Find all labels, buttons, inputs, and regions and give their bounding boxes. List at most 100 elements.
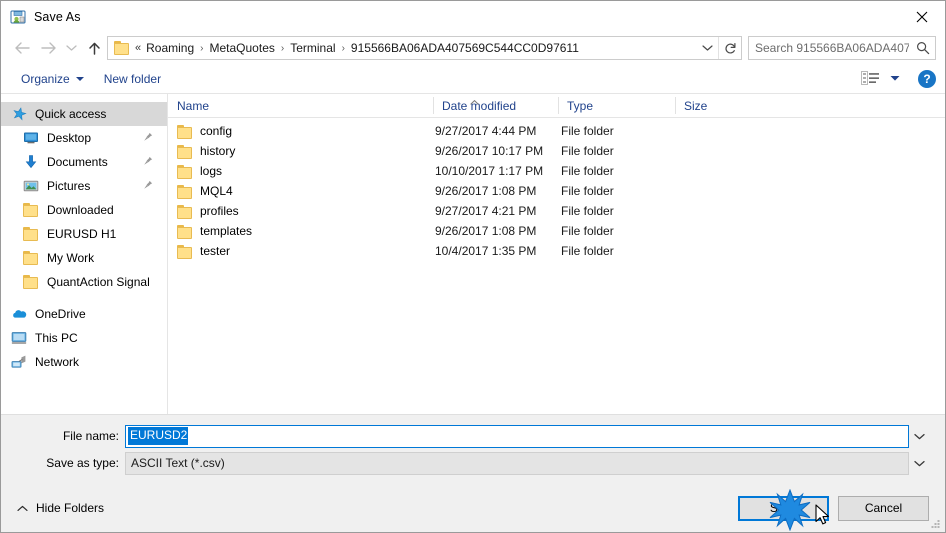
sidebar-item-label: This PC [35, 331, 78, 345]
column-header-type[interactable]: Type [558, 94, 675, 117]
help-button[interactable]: ? [918, 69, 936, 88]
breadcrumb-item-roaming[interactable]: Roaming [143, 39, 197, 57]
arrow-up-icon [88, 42, 100, 55]
table-row[interactable]: MQL4 9/26/2017 1:08 PM File folder [168, 181, 945, 201]
file-name-input[interactable]: EURUSD2 [125, 424, 909, 448]
view-options-button[interactable] [857, 69, 904, 88]
hide-folders-button[interactable]: Hide Folders [11, 497, 110, 519]
search-box[interactable] [748, 36, 936, 60]
address-bar[interactable]: « Roaming › MetaQuotes › Terminal › 9155… [107, 36, 742, 60]
desktop-icon [23, 130, 39, 146]
file-name: tester [200, 244, 231, 258]
file-name-dropdown-button[interactable] [909, 426, 929, 447]
breadcrumb-item-metaquotes[interactable]: MetaQuotes [207, 39, 278, 57]
sidebar-item-downloaded[interactable]: Downloaded [1, 198, 167, 222]
search-icon[interactable] [911, 37, 935, 59]
sidebar-item-documents[interactable]: Documents [1, 150, 167, 174]
close-button[interactable] [899, 1, 945, 32]
table-row[interactable]: templates 9/26/2017 1:08 PM File folder [168, 221, 945, 241]
hide-folders-label: Hide Folders [36, 501, 105, 515]
column-header-name[interactable]: Name [168, 94, 433, 117]
sidebar-item-pictures[interactable]: Pictures [1, 174, 167, 198]
file-type-dropdown-button[interactable] [909, 453, 929, 474]
folder-icon [114, 40, 130, 56]
address-dropdown-button[interactable] [696, 37, 718, 59]
search-input[interactable] [749, 41, 911, 55]
file-type: File folder [561, 224, 614, 238]
organize-button[interactable]: Organize [15, 69, 90, 89]
folder-icon [177, 144, 193, 159]
up-button[interactable] [81, 35, 107, 61]
file-name: logs [200, 164, 223, 178]
title-bar: Save As [1, 1, 945, 32]
new-folder-button[interactable]: New folder [98, 69, 167, 89]
sidebar-item-quantaction-signal[interactable]: QuantAction Signal [1, 270, 167, 294]
file-name-cell: profiles [168, 204, 433, 219]
file-type: File folder [561, 164, 614, 178]
sidebar-item-eurusd-h1[interactable]: EURUSD H1 [1, 222, 167, 246]
save-label: Save [769, 501, 798, 515]
chevron-down-icon [701, 45, 713, 51]
cancel-button[interactable]: Cancel [838, 495, 929, 521]
save-as-dialog: Save As « Roaming › MetaQuotes › Termina… [0, 0, 946, 533]
pin-icon [143, 155, 153, 169]
file-date: 9/26/2017 10:17 PM [435, 144, 544, 158]
file-type-select[interactable]: ASCII Text (*.csv) [125, 451, 909, 475]
arrow-right-icon [40, 42, 56, 54]
view-dropdown-icon[interactable] [890, 75, 900, 82]
refresh-icon [724, 42, 735, 54]
column-header-size[interactable]: Size [675, 94, 755, 117]
table-row[interactable]: tester 10/4/2017 1:35 PM File folder [168, 241, 945, 261]
file-name: MQL4 [200, 184, 233, 198]
dialog-body: Quick access Desktop Documents Pictures … [1, 94, 945, 414]
sidebar-item-onedrive[interactable]: OneDrive [1, 302, 167, 326]
sidebar-item-this-pc[interactable]: This PC [1, 326, 167, 350]
column-header-label: Name [177, 99, 210, 113]
file-type: File folder [561, 244, 614, 258]
table-row[interactable]: profiles 9/27/2017 4:21 PM File folder [168, 201, 945, 221]
table-row[interactable]: config 9/27/2017 4:44 PM File folder [168, 121, 945, 141]
refresh-button[interactable] [719, 37, 741, 59]
star-icon [11, 106, 27, 122]
save-button[interactable]: Save [738, 495, 829, 521]
sidebar-item-label: Network [35, 355, 80, 369]
chevron-down-icon [913, 433, 925, 439]
file-type: File folder [561, 124, 614, 138]
sidebar-item-label: Desktop [47, 131, 92, 145]
sidebar-item-my-work[interactable]: My Work [1, 246, 167, 270]
sidebar-item-label: Pictures [47, 179, 91, 193]
column-header-label: Date modified [442, 99, 517, 113]
column-header-date-modified[interactable]: Date modified [433, 94, 558, 117]
sidebar-item-network[interactable]: Network [1, 350, 167, 374]
sidebar-item-quick-access[interactable]: Quick access [1, 102, 167, 126]
sidebar-item-label: EURUSD H1 [47, 227, 117, 241]
folder-icon [177, 184, 193, 199]
breadcrumb-item-guid[interactable]: 915566BA06ADA407569C544CC0D97611 [348, 39, 582, 57]
sidebar-item-desktop[interactable]: Desktop [1, 126, 167, 150]
file-type-label: Save as type: [46, 456, 119, 470]
table-row[interactable]: history 9/26/2017 10:17 PM File folder [168, 141, 945, 161]
file-name-cell: MQL4 [168, 184, 433, 199]
back-button[interactable] [9, 35, 35, 61]
file-date: 9/27/2017 4:21 PM [435, 204, 537, 218]
sidebar-item-label: OneDrive [35, 307, 86, 321]
file-name-cell: tester [168, 244, 433, 259]
this-pc-icon [11, 330, 27, 346]
pin-icon [143, 179, 153, 193]
file-name: templates [200, 224, 253, 238]
file-name-cell: logs [168, 164, 433, 179]
file-name: history [200, 144, 236, 158]
column-headers: Name Date modified Type Size [168, 94, 945, 118]
breadcrumb-overflow[interactable]: « [134, 42, 143, 54]
recent-locations-button[interactable] [61, 35, 81, 61]
breadcrumb-item-terminal[interactable]: Terminal [287, 39, 338, 57]
arrow-left-icon [14, 42, 30, 54]
resize-grip-icon[interactable] [930, 518, 942, 530]
folder-icon [177, 164, 193, 179]
folder-icon [177, 224, 193, 239]
file-list-pane: Name Date modified Type Size config 9/27… [168, 94, 945, 414]
table-row[interactable]: logs 10/10/2017 1:17 PM File folder [168, 161, 945, 181]
dialog-footer: Hide Folders Save Cancel [1, 484, 945, 532]
forward-button[interactable] [35, 35, 61, 61]
